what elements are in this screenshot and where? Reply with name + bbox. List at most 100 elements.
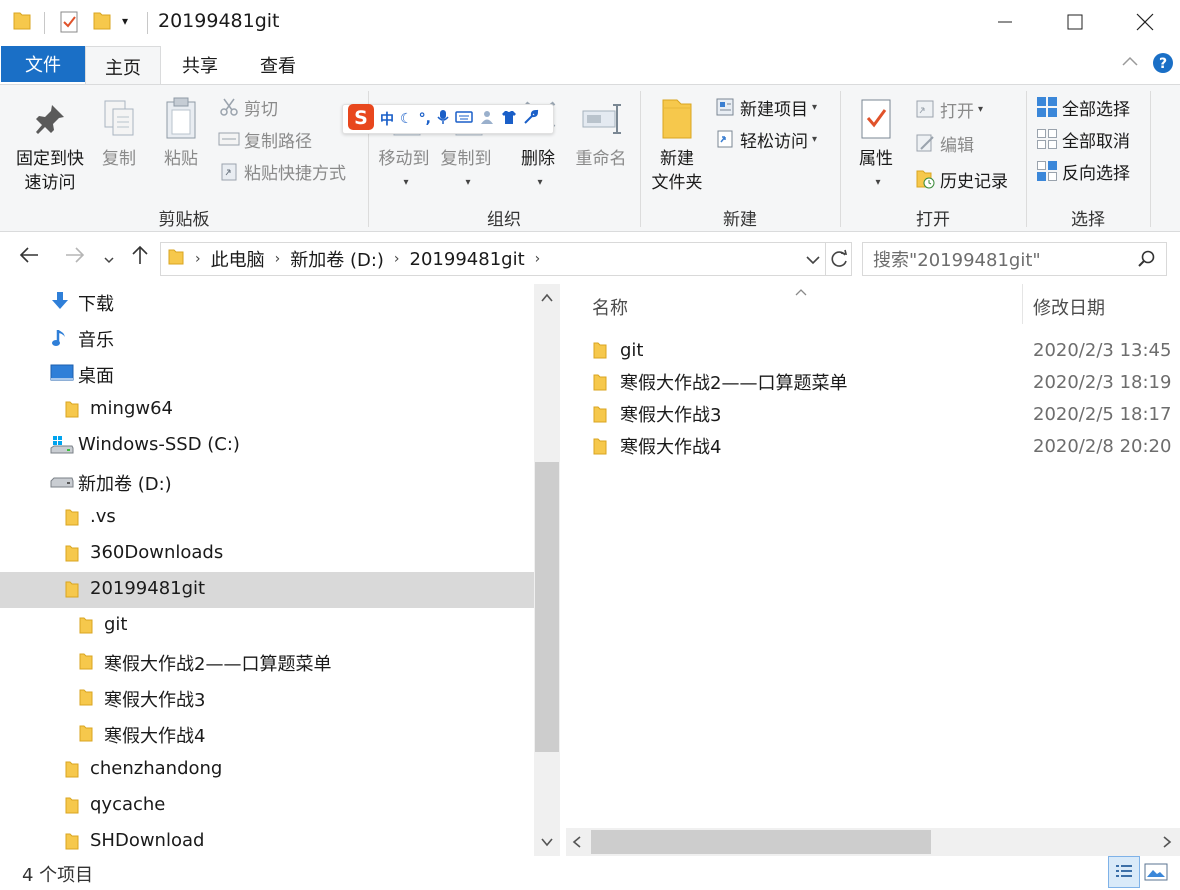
nav-item[interactable]: .vs [0,500,534,536]
breadcrumb-drive-d[interactable]: 新加卷 (D:) [290,246,384,272]
paste-shortcut-button[interactable]: 粘贴快捷方式 [218,157,346,185]
address-row: › 此电脑 › 新加卷 (D:) › 20199481git › 搜索"2019… [0,232,1180,284]
copy-button[interactable]: 复制 [94,91,144,171]
address-dropdown-button[interactable] [805,252,821,272]
content-scrollbar-thumb[interactable] [591,830,931,854]
qa-customize-icon[interactable]: ▾ [122,14,128,28]
scroll-left-icon[interactable] [570,834,584,855]
shirt-icon[interactable] [501,109,517,129]
moon-icon[interactable]: ☾ [400,111,413,127]
copy-to-label: 复制到 [440,149,492,169]
copy-path-button[interactable]: 复制路径 [218,125,312,153]
scroll-right-icon[interactable] [1160,834,1174,855]
new-folder-qa-icon[interactable] [92,10,112,37]
nav-item-label: 桌面 [78,366,114,387]
new-item-icon [714,96,736,118]
history-button[interactable]: 历史记录 [914,165,1008,193]
nav-item[interactable]: mingw64 [0,392,534,428]
tab-file[interactable]: 文件 [1,46,85,82]
maximize-icon [1067,14,1083,30]
forward-button[interactable] [64,244,86,271]
open-group-label: 打开 [916,210,950,230]
help-icon[interactable]: ? [1152,52,1174,79]
tab-share[interactable]: 共享 [165,46,235,84]
nav-item[interactable]: chenzhandong [0,752,534,788]
file-list[interactable]: 名称 修改日期 git 2020/2/3 13:45 寒假大作战2——口算题菜单 20… [562,284,1180,828]
nav-item[interactable]: Windows-SSD (C:) [0,428,534,464]
title-divider [147,12,148,34]
nav-item[interactable]: 桌面 [0,356,534,392]
recent-locations-button[interactable] [102,248,116,272]
nav-item[interactable]: qycache [0,788,534,824]
nav-vertical-scrollbar[interactable] [534,284,560,856]
nav-item[interactable]: 20199481git [0,572,534,608]
new-item-button[interactable]: 新建项目 ▾ [714,93,817,121]
nav-item[interactable]: SHDownload [0,824,534,856]
ime-toolbar[interactable]: S 中 ☾ °, [342,104,554,134]
nav-item-label: chenzhandong [90,758,223,779]
nav-item-label: 下载 [78,294,114,315]
nav-item[interactable]: git [0,608,534,644]
ime-punct-label[interactable]: °, [419,111,431,127]
rename-button[interactable]: 重命名 [570,91,632,171]
up-button[interactable] [130,244,150,271]
nav-item[interactable]: 360Downloads [0,536,534,572]
properties-button[interactable]: 属性 ▾ [850,91,902,195]
search-icon[interactable] [1138,250,1156,273]
content-horizontal-scrollbar[interactable] [566,828,1180,856]
tab-home[interactable]: 主页 [85,46,161,86]
properties-qa-icon[interactable] [58,10,80,39]
cut-button[interactable]: 剪切 [218,93,278,121]
chevron-right-icon[interactable]: › [275,251,281,267]
ime-mode-label[interactable]: 中 [380,109,394,129]
edit-button[interactable]: 编辑 [914,129,974,157]
chevron-right-icon[interactable]: › [394,251,400,267]
new-folder-button[interactable]: 新建 文件夹 [646,91,708,195]
user-icon[interactable] [479,109,495,129]
collapse-ribbon-icon[interactable] [1120,52,1140,77]
column-divider[interactable] [1022,284,1023,324]
maximize-button[interactable] [1040,0,1110,44]
search-input[interactable]: 搜索"20199481git" [862,242,1167,276]
close-icon [1136,13,1154,31]
table-row[interactable]: 寒假大作战3 2020/2/5 18:17 [592,398,1172,430]
column-header-date[interactable]: 修改日期 [1033,294,1105,320]
table-row[interactable]: 寒假大作战4 2020/2/8 20:20 [592,430,1172,462]
nav-item[interactable]: 寒假大作战3 [0,680,534,716]
breadcrumb-current-folder[interactable]: 20199481git [410,249,525,270]
chevron-right-icon[interactable]: › [535,251,541,267]
folder-icon [64,831,80,856]
table-row[interactable]: 寒假大作战2——口算题菜单 2020/2/3 18:19 [592,366,1172,398]
address-bar[interactable]: › 此电脑 › 新加卷 (D:) › 20199481git › [160,242,852,276]
refresh-button[interactable] [831,249,849,274]
invert-selection-button[interactable]: 反向选择 [1036,157,1130,185]
nav-item[interactable]: 新加卷 (D:) [0,464,534,500]
table-row[interactable]: git 2020/2/3 13:45 [592,334,1172,366]
back-button[interactable] [18,244,40,271]
nav-item[interactable]: 下载 [0,284,534,320]
nav-item[interactable]: 寒假大作战2——口算题菜单 [0,644,534,680]
select-all-button[interactable]: 全部选择 [1036,93,1130,121]
paste-button[interactable]: 粘贴 [156,91,206,171]
scroll-down-icon[interactable] [539,834,555,854]
easy-access-button[interactable]: 轻松访问 ▾ [714,125,817,153]
large-icons-view-button[interactable] [1144,862,1168,887]
nav-scrollbar-thumb[interactable] [535,462,559,752]
scroll-up-icon[interactable] [539,290,555,310]
nav-item[interactable]: 音乐 [0,320,534,356]
column-header-name[interactable]: 名称 [592,294,628,320]
pin-quick-access-button[interactable]: 固定到快 速访问 [10,91,90,195]
wrench-icon[interactable] [523,109,539,129]
tab-view[interactable]: 查看 [243,46,313,84]
close-button[interactable] [1110,0,1180,44]
details-view-button[interactable] [1108,856,1140,888]
navigation-pane[interactable]: 下载音乐桌面 mingw64 Windows-SSD (C:) 新加卷 (D:) .vs… [0,284,534,856]
minimize-button[interactable] [970,0,1040,44]
open-button[interactable]: 打开 ▾ [914,95,983,123]
breadcrumb-this-pc[interactable]: 此电脑 [211,246,265,272]
chevron-right-icon[interactable]: › [195,251,201,267]
nav-item[interactable]: 寒假大作战4 [0,716,534,752]
select-none-button[interactable]: 全部取消 [1036,125,1130,153]
keyboard-icon[interactable] [455,111,473,127]
microphone-icon[interactable] [437,109,449,129]
